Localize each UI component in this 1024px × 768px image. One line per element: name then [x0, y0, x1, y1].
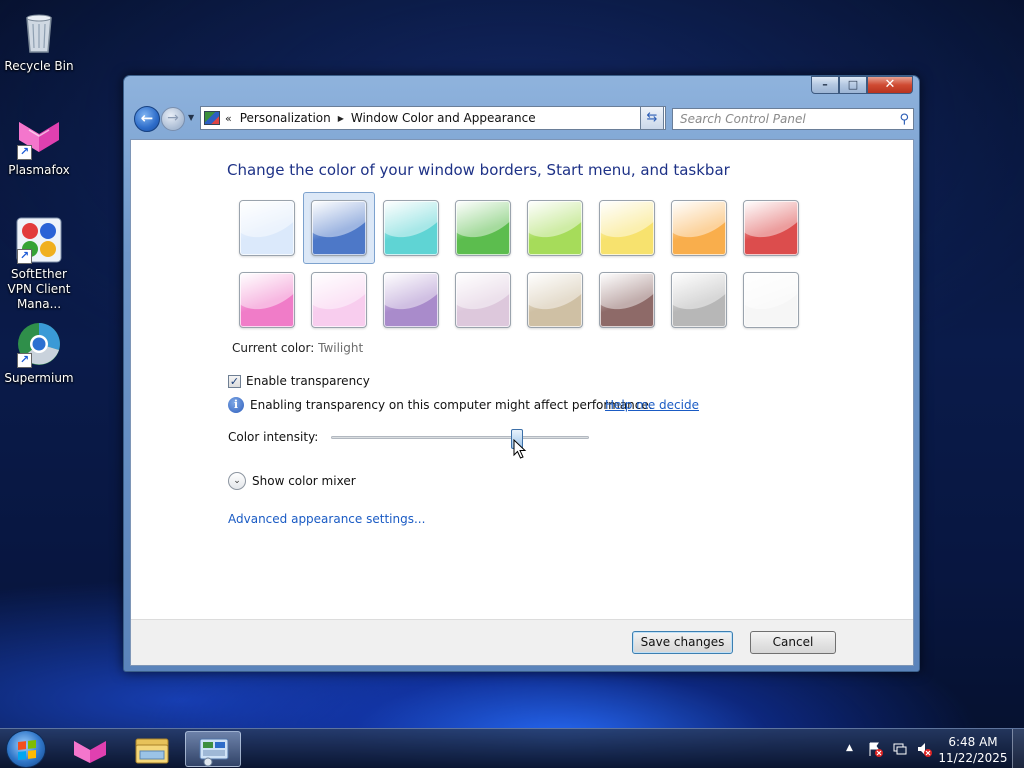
- plasmafox-icon: ↗: [15, 112, 63, 160]
- color-swatch-ruby[interactable]: [743, 200, 799, 256]
- navigation-bar: ← → ▼ « Personalization ▶ Window Color a…: [130, 104, 914, 132]
- enable-transparency-checkbox[interactable]: ✓: [228, 375, 241, 388]
- mouse-cursor-icon: [513, 439, 527, 459]
- shortcut-arrow-icon: ↗: [17, 249, 32, 264]
- color-swatch-sky[interactable]: [239, 200, 295, 256]
- page-title: Change the color of your window borders,…: [227, 161, 730, 179]
- maximize-button[interactable]: □: [839, 76, 867, 94]
- taskbar-item-plasmafox[interactable]: [62, 731, 118, 767]
- desktop-icon-softether[interactable]: ↗ SoftEther VPN Client Mana...: [0, 216, 78, 312]
- network-icon[interactable]: [892, 741, 908, 760]
- color-swatch-lime[interactable]: [527, 200, 583, 256]
- desktop-icon-supermium[interactable]: ↗ Supermium: [0, 320, 78, 386]
- softether-vpn-icon: ↗: [15, 216, 63, 264]
- address-bar[interactable]: « Personalization ▶ Window Color and App…: [200, 106, 666, 130]
- current-color: Current color: Twilight: [232, 341, 363, 355]
- show-color-mixer-label[interactable]: Show color mixer: [252, 474, 356, 488]
- color-swatch-pumpkin[interactable]: [671, 200, 727, 256]
- button-bar: Save changes Cancel: [131, 619, 913, 665]
- control-panel-icon: [199, 738, 229, 767]
- volume-muted-icon[interactable]: [916, 741, 932, 760]
- desktop-icon-label: Plasmafox: [8, 163, 70, 177]
- current-color-value: Twilight: [318, 341, 364, 355]
- action-center-flag-icon[interactable]: [867, 741, 883, 760]
- window-color-appearance-window: – □ ✕ ← → ▼ « Personalization ▶ Window C…: [123, 75, 920, 672]
- system-clock[interactable]: 6:48 AM 11/22/2025: [937, 734, 1009, 766]
- help-me-decide-link[interactable]: Help me decide: [605, 398, 699, 412]
- color-swatch-lavender[interactable]: [455, 272, 511, 328]
- current-color-label: Current color:: [232, 341, 315, 355]
- show-desktop-button[interactable]: [1012, 729, 1024, 768]
- tray-overflow-arrow[interactable]: ▲: [846, 743, 853, 753]
- color-swatch-twilight[interactable]: [311, 200, 367, 256]
- color-swatch-leaf[interactable]: [455, 200, 511, 256]
- shortcut-arrow-icon: ↗: [17, 353, 32, 368]
- color-swatch-sea[interactable]: [383, 200, 439, 256]
- recycle-bin-icon: [15, 8, 63, 56]
- show-color-mixer-toggle[interactable]: ⌄: [228, 472, 246, 490]
- desktop-icon-recycle-bin[interactable]: Recycle Bin: [0, 8, 78, 74]
- refresh-button[interactable]: ⇆: [640, 106, 664, 130]
- address-chevron[interactable]: «: [225, 112, 232, 125]
- color-swatch-taupe[interactable]: [527, 272, 583, 328]
- control-panel-icon: [204, 111, 220, 125]
- color-swatch-slate[interactable]: [671, 272, 727, 328]
- color-swatch-fuchsia[interactable]: [239, 272, 295, 328]
- taskbar-item-control-panel[interactable]: [185, 731, 241, 767]
- breadcrumb-window-color[interactable]: Window Color and Appearance: [351, 111, 536, 125]
- cancel-button[interactable]: Cancel: [750, 631, 836, 654]
- forward-button[interactable]: →: [161, 107, 185, 131]
- taskbar: ▲ 6:48 AM 11/22/2025: [0, 728, 1024, 768]
- caption-buttons: – □ ✕: [811, 76, 913, 94]
- supermium-icon: ↗: [15, 320, 63, 368]
- color-swatch-sun[interactable]: [599, 200, 655, 256]
- taskbar-item-explorer[interactable]: [124, 731, 180, 767]
- color-swatch-violet[interactable]: [383, 272, 439, 328]
- color-intensity-slider[interactable]: [331, 436, 589, 439]
- breadcrumb-separator-icon[interactable]: ▶: [338, 114, 344, 123]
- color-intensity-label: Color intensity:: [228, 430, 319, 444]
- search-input[interactable]: Search Control Panel ⚲: [672, 108, 914, 130]
- content-pane: Change the color of your window borders,…: [130, 139, 914, 666]
- folder-icon: [135, 738, 169, 764]
- shortcut-arrow-icon: ↗: [17, 145, 32, 160]
- search-icon[interactable]: ⚲: [899, 110, 909, 130]
- breadcrumb-personalization[interactable]: Personalization: [240, 111, 331, 125]
- color-swatch-frost[interactable]: [743, 272, 799, 328]
- desktop-icon-label: SoftEther VPN Client Mana...: [7, 267, 71, 311]
- search-placeholder: Search Control Panel: [680, 112, 806, 126]
- minimize-button[interactable]: –: [811, 76, 839, 94]
- desktop-icon-label: Recycle Bin: [4, 59, 74, 73]
- close-button[interactable]: ✕: [867, 76, 913, 94]
- advanced-appearance-link[interactable]: Advanced appearance settings...: [228, 512, 425, 526]
- save-changes-button[interactable]: Save changes: [632, 631, 733, 654]
- enable-transparency-label[interactable]: Enable transparency: [246, 374, 370, 388]
- start-button[interactable]: [6, 730, 46, 768]
- transparency-info-text: Enabling transparency on this computer m…: [250, 398, 653, 412]
- desktop-icon-plasmafox[interactable]: ↗ Plasmafox: [0, 112, 78, 178]
- back-button[interactable]: ←: [134, 106, 160, 132]
- info-icon: i: [228, 397, 244, 413]
- desktop-icon-label: Supermium: [4, 371, 74, 385]
- color-swatch-chocolate[interactable]: [599, 272, 655, 328]
- color-swatch-blush[interactable]: [311, 272, 367, 328]
- windows-logo-icon: [18, 740, 36, 760]
- plasmafox-icon: [74, 741, 106, 763]
- history-dropdown-icon[interactable]: ▼: [188, 113, 194, 122]
- clock-time: 6:48 AM: [948, 735, 998, 749]
- clock-date: 11/22/2025: [938, 751, 1008, 765]
